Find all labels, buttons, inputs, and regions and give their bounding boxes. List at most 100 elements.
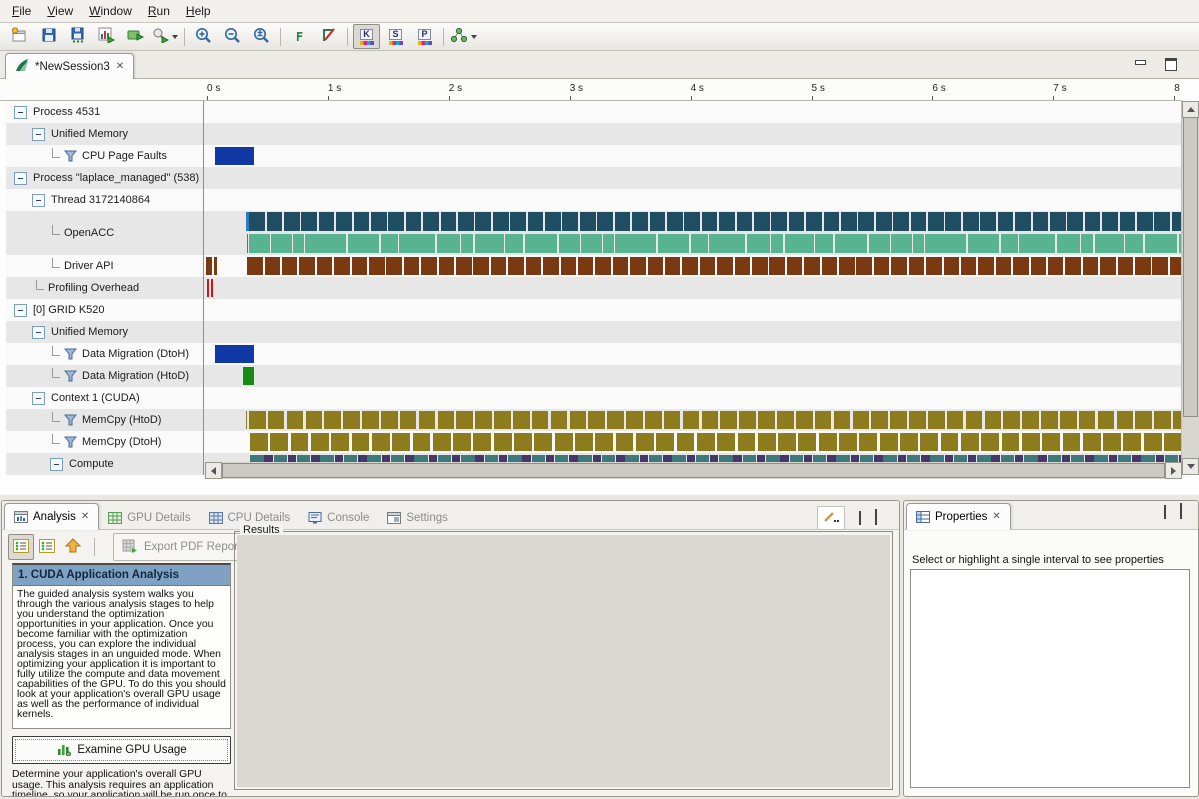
interval-bar[interactable] <box>1152 257 1168 275</box>
interval-bar[interactable] <box>963 212 979 231</box>
examine-gpu-usage-button[interactable]: Examine GPU Usage <box>12 736 231 764</box>
interval-bar[interactable] <box>664 411 681 429</box>
row-track[interactable] <box>204 101 1182 123</box>
row-label-cell[interactable]: CPU Page Faults <box>6 145 204 167</box>
interval-bar[interactable] <box>354 212 370 231</box>
interval-bar[interactable] <box>891 234 912 253</box>
interval-bar[interactable] <box>645 411 662 429</box>
interval-bar[interactable] <box>588 411 605 429</box>
timeline-row[interactable]: MemCpy (DtoH) <box>0 431 1182 453</box>
interval-bar[interactable] <box>458 212 474 231</box>
interval-bar[interactable] <box>1083 257 1099 275</box>
interval-bar[interactable] <box>406 212 422 231</box>
interval-bar[interactable] <box>787 257 803 275</box>
scroll-down-button[interactable] <box>1182 458 1199 475</box>
interval-bar[interactable] <box>739 411 756 429</box>
interval-bar[interactable] <box>709 234 745 253</box>
goto-marker-button[interactable]: F <box>286 24 313 49</box>
interval-bar[interactable] <box>352 433 370 451</box>
interval-bar[interactable] <box>667 212 683 231</box>
interval-bar[interactable] <box>421 257 437 275</box>
tab-settings[interactable]: Settings <box>378 505 457 530</box>
interval-bar[interactable] <box>287 411 304 429</box>
interval-bar[interactable] <box>626 411 643 429</box>
interval-bar[interactable] <box>632 212 648 231</box>
interval-bar[interactable] <box>941 433 959 451</box>
horizontal-scrollbar[interactable] <box>205 462 1182 479</box>
interval-bar[interactable] <box>1135 411 1152 429</box>
interval-bar[interactable] <box>839 433 857 451</box>
interval-bar[interactable] <box>510 212 526 231</box>
row-label-cell[interactable]: Driver API <box>6 255 204 277</box>
interval-bar[interactable] <box>249 234 270 253</box>
interval-bar[interactable] <box>311 433 329 451</box>
interval-bar[interactable] <box>271 234 292 253</box>
interval-bar[interactable] <box>859 433 877 451</box>
menu-view[interactable]: View <box>39 2 81 20</box>
guided-analysis-button[interactable] <box>8 534 34 560</box>
interval-bar[interactable] <box>738 433 756 451</box>
interval-bar[interactable] <box>362 411 379 429</box>
row-track[interactable] <box>204 299 1182 321</box>
maximize-button[interactable] <box>875 512 877 524</box>
interval-bar[interactable] <box>700 257 716 275</box>
clear-marker-button[interactable] <box>315 24 342 49</box>
interval-bar[interactable] <box>926 257 942 275</box>
interval-bar[interactable] <box>1060 411 1077 429</box>
generate-timeline-button[interactable] <box>93 24 120 49</box>
interval-bar[interactable] <box>1002 433 1020 451</box>
interval-bar[interactable] <box>636 433 654 451</box>
zoom-in-button[interactable] <box>190 24 217 49</box>
interval-bar[interactable] <box>980 212 996 231</box>
interval-bar[interactable] <box>1144 433 1162 451</box>
interval-bar[interactable] <box>439 257 455 275</box>
timeline-row[interactable]: Data Migration (DtoH) <box>0 343 1182 365</box>
timeline-row[interactable]: OpenACC <box>0 211 1182 255</box>
row-label-cell[interactable]: Thread 3172140864 <box>6 189 204 211</box>
interval-bar[interactable] <box>293 234 304 253</box>
interval-bar[interactable] <box>607 411 624 429</box>
interval-bar[interactable] <box>551 411 568 429</box>
interval-bar[interactable] <box>543 257 559 275</box>
tree-expander-icon[interactable] <box>50 458 63 471</box>
interval-bar[interactable] <box>247 257 263 275</box>
close-icon[interactable]: ✕ <box>992 511 1000 522</box>
run-analysis-button[interactable] <box>122 24 149 49</box>
interval-bar[interactable] <box>1083 433 1101 451</box>
interval-bar[interactable] <box>419 411 436 429</box>
timeline-row[interactable]: Thread 3172140864 <box>0 189 1182 211</box>
interval-bar[interactable] <box>441 212 457 231</box>
interval-bar[interactable] <box>1022 433 1040 451</box>
tab-gpu-details[interactable]: GPU Details <box>99 505 199 530</box>
interval-bar[interactable] <box>893 212 909 231</box>
tree-expander-icon[interactable] <box>14 304 27 317</box>
interval-bar[interactable] <box>747 234 770 253</box>
row-label-cell[interactable]: Process 4531 <box>6 101 204 123</box>
interval-bar[interactable] <box>702 411 719 429</box>
interval-bar[interactable] <box>214 257 217 275</box>
interval-bar[interactable] <box>595 433 613 451</box>
interval-bar[interactable] <box>437 234 460 253</box>
interval-bar[interactable] <box>890 411 907 429</box>
interval-bar[interactable] <box>392 433 410 451</box>
interval-bar[interactable] <box>858 212 874 231</box>
interval-bar[interactable] <box>900 433 918 451</box>
timeline-row[interactable]: Context 1 (CUDA) <box>0 387 1182 409</box>
interval-bar[interactable] <box>613 257 629 275</box>
tab-properties[interactable]: Properties ✕ <box>906 503 1011 530</box>
interval-bar[interactable] <box>423 212 439 231</box>
interval-bar[interactable] <box>1137 212 1153 231</box>
interval-bar[interactable] <box>824 212 840 231</box>
row-label-cell[interactable]: Context 1 (CUDA) <box>6 387 204 409</box>
interval-bar[interactable] <box>1123 433 1141 451</box>
interval-bar[interactable] <box>268 411 285 429</box>
interval-bar[interactable] <box>514 433 532 451</box>
maximize-button[interactable] <box>1164 58 1177 69</box>
interval-bar[interactable] <box>815 234 833 253</box>
interval-bar[interactable] <box>665 257 681 275</box>
interval-bar[interactable] <box>528 212 544 231</box>
minimize-button[interactable] <box>1164 506 1166 518</box>
interval-bar[interactable] <box>874 257 890 275</box>
interval-bar[interactable] <box>891 257 907 275</box>
minimize-button[interactable] <box>859 512 861 524</box>
